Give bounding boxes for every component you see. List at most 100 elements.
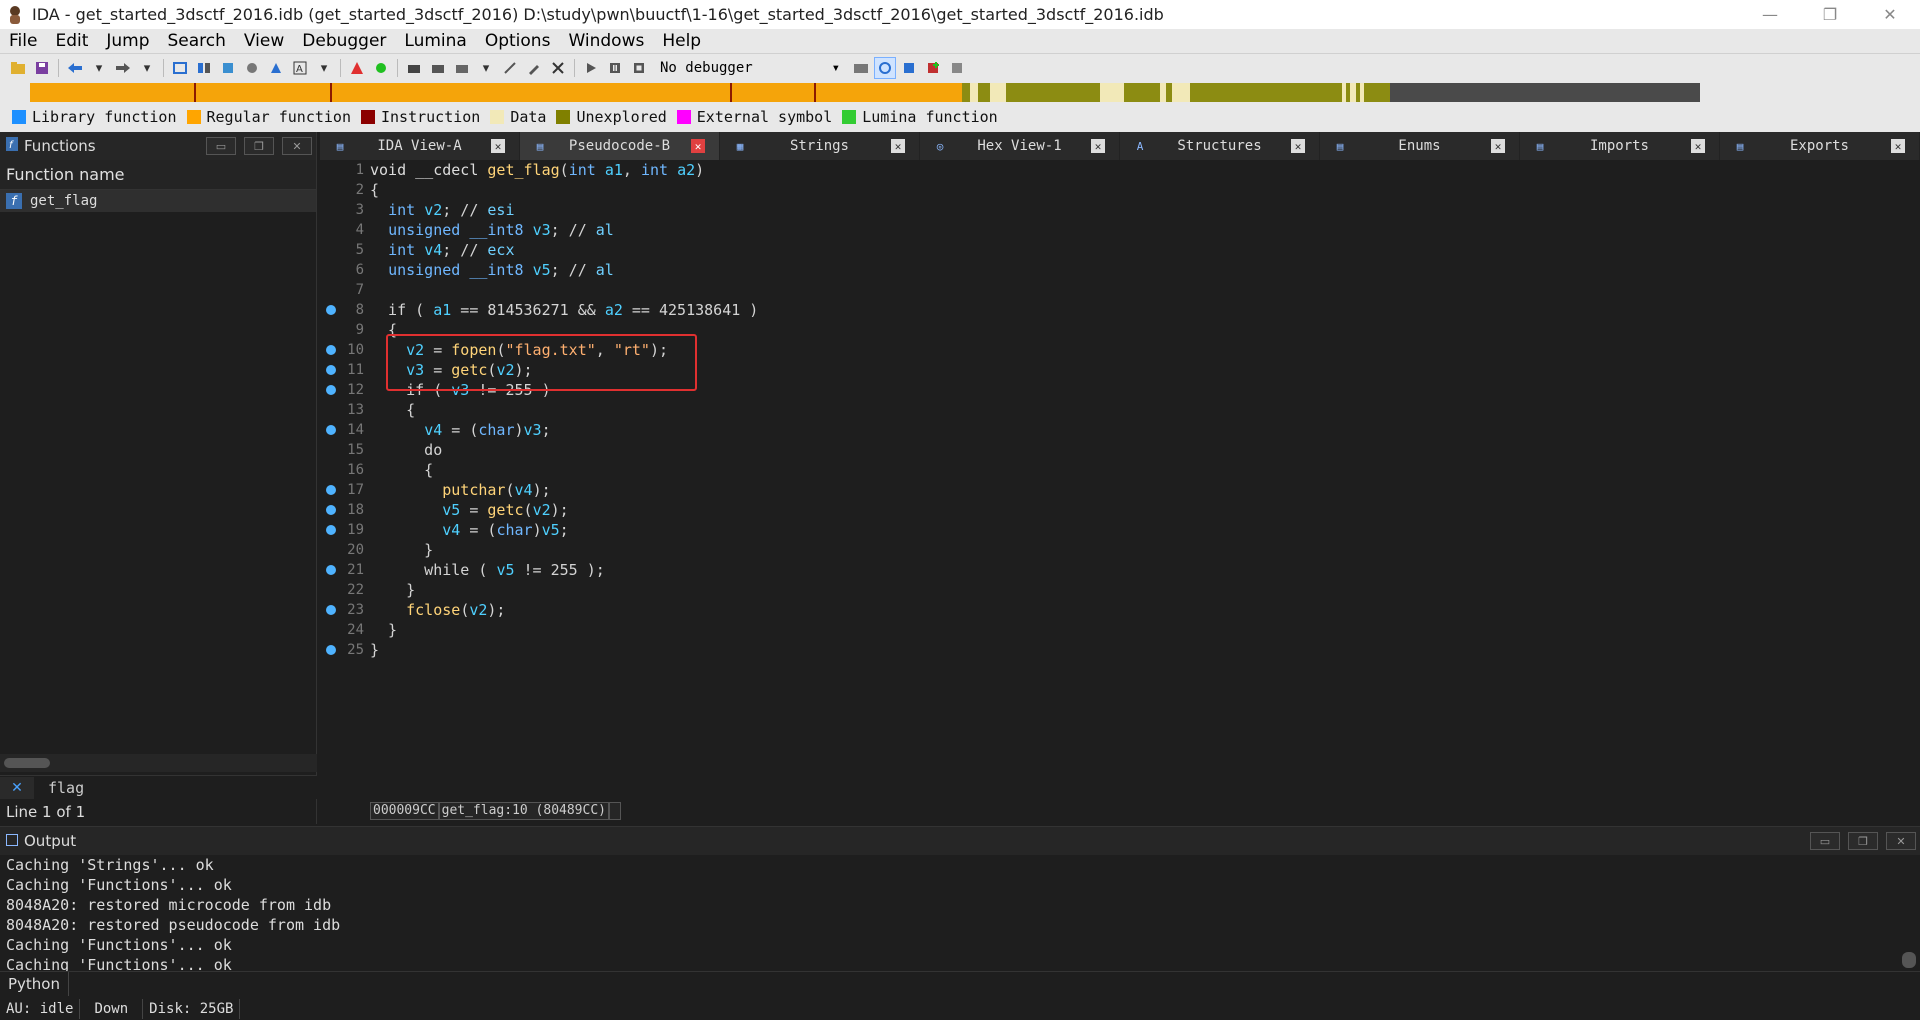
line-number[interactable]: 7	[320, 280, 368, 300]
panel-float-button[interactable]: ❐	[244, 137, 274, 155]
close-icon[interactable]: ✕	[1291, 139, 1305, 153]
tab-strings[interactable]: ▦ Strings ✕	[720, 132, 920, 160]
code-icon[interactable]	[403, 57, 425, 79]
code-line[interactable]: }	[370, 620, 1920, 640]
data-icon[interactable]	[427, 57, 449, 79]
code-line[interactable]: {	[370, 320, 1920, 340]
pseudocode-editor[interactable]: 1 2 3 4 5 6 7 8 9 10 11 12 13 14 15 16 17 18 19 20 21 22 23 24 2…	[320, 160, 1920, 800]
structure-icon[interactable]	[241, 57, 263, 79]
function-filter-input[interactable]: flag	[34, 779, 84, 797]
code-line[interactable]: v4 = (char)v5;	[370, 520, 1920, 540]
function-list-item[interactable]: f get_flag	[0, 190, 316, 212]
line-number[interactable]: 8	[320, 300, 368, 320]
line-number[interactable]: 14	[320, 420, 368, 440]
delete-icon[interactable]	[547, 57, 569, 79]
chevron-down-icon[interactable]: ▾	[136, 57, 158, 79]
code-line[interactable]: while ( v5 != 255 );	[370, 560, 1920, 580]
clear-filter-icon[interactable]: ✕	[0, 776, 34, 799]
code-line[interactable]: if ( v3 != 255 )	[370, 380, 1920, 400]
menu-debugger[interactable]: Debugger	[293, 31, 395, 51]
back-arrow-icon[interactable]	[64, 57, 86, 79]
line-number[interactable]: 12	[320, 380, 368, 400]
output-scrollbar[interactable]	[1902, 952, 1916, 968]
breakpoint-dot-icon[interactable]	[326, 605, 336, 615]
pseudocode-text[interactable]: void __cdecl get_flag(int a1, int a2){ i…	[370, 160, 1920, 800]
scrollbar-thumb[interactable]	[4, 758, 50, 768]
forward-arrow-icon[interactable]	[112, 57, 134, 79]
line-number[interactable]: 11	[320, 360, 368, 380]
python-command-line[interactable]: Python	[0, 971, 1920, 996]
menu-view[interactable]: View	[235, 31, 293, 51]
close-icon[interactable]: ✕	[1091, 139, 1105, 153]
line-number[interactable]: 24	[320, 620, 368, 640]
code-line[interactable]: if ( a1 == 814536271 && a2 == 425138641 …	[370, 300, 1920, 320]
breakpoint-dot-icon[interactable]	[326, 565, 336, 575]
menu-windows[interactable]: Windows	[559, 31, 653, 51]
breakpoint-dot-icon[interactable]	[326, 645, 336, 655]
open-folder-icon[interactable]	[7, 57, 29, 79]
close-icon[interactable]: ✕	[891, 139, 905, 153]
graph-icon[interactable]	[265, 57, 287, 79]
stop-icon[interactable]	[628, 57, 650, 79]
code-line[interactable]: {	[370, 400, 1920, 420]
undefine-icon[interactable]	[451, 57, 473, 79]
save-icon[interactable]	[31, 57, 53, 79]
line-number-gutter[interactable]: 1 2 3 4 5 6 7 8 9 10 11 12 13 14 15 16 17 18 19 20 21 22 23 24 2…	[320, 160, 368, 800]
code-line[interactable]: unsigned __int8 v5; // al	[370, 260, 1920, 280]
horizontal-scrollbar[interactable]	[0, 754, 317, 772]
chevron-down-icon[interactable]: ▾	[88, 57, 110, 79]
code-line[interactable]: int v4; // ecx	[370, 240, 1920, 260]
code-line[interactable]: fclose(v2);	[370, 600, 1920, 620]
panel-close-button[interactable]: ✕	[1886, 832, 1916, 850]
tab-exports[interactable]: ▤ Exports ✕	[1720, 132, 1920, 160]
column-header-function-name[interactable]: Function name	[0, 160, 316, 190]
tab-ida-view-a[interactable]: ▤ IDA View-A ✕	[320, 132, 520, 160]
line-number[interactable]: 4	[320, 220, 368, 240]
text-icon[interactable]: A	[289, 57, 311, 79]
menu-options[interactable]: Options	[476, 31, 560, 51]
tab-pseudocode-b[interactable]: ▤ Pseudocode-B ✕	[520, 132, 720, 160]
line-number[interactable]: 22	[320, 580, 368, 600]
code-line[interactable]: v4 = (char)v3;	[370, 420, 1920, 440]
close-icon[interactable]: ✕	[1491, 139, 1505, 153]
green-dot-icon[interactable]	[370, 57, 392, 79]
breakpoint-dot-icon[interactable]	[326, 485, 336, 495]
line-number[interactable]: 10	[320, 340, 368, 360]
tab-imports[interactable]: ▤ Imports ✕	[1520, 132, 1720, 160]
code-line[interactable]: unsigned __int8 v3; // al	[370, 220, 1920, 240]
line-number[interactable]: 17	[320, 480, 368, 500]
xref-icon[interactable]	[499, 57, 521, 79]
line-number[interactable]: 2	[320, 180, 368, 200]
tools-icon[interactable]	[946, 57, 968, 79]
code-line[interactable]: void __cdecl get_flag(int a1, int a2)	[370, 160, 1920, 180]
line-number[interactable]: 25	[320, 640, 368, 660]
binary-icon[interactable]	[193, 57, 215, 79]
restore-button[interactable]: ❐	[1800, 0, 1860, 29]
code-line[interactable]: int v2; // esi	[370, 200, 1920, 220]
code-line[interactable]: do	[370, 440, 1920, 460]
breakpoint-dot-icon[interactable]	[326, 345, 336, 355]
hex-icon[interactable]	[217, 57, 239, 79]
breakpoint-dot-icon[interactable]	[326, 505, 336, 515]
close-icon[interactable]: ✕	[691, 139, 705, 153]
panel-float-button[interactable]: ❐	[1848, 832, 1878, 850]
code-line[interactable]: putchar(v4);	[370, 480, 1920, 500]
code-line[interactable]: {	[370, 180, 1920, 200]
line-number[interactable]: 18	[320, 500, 368, 520]
breakpoint-list-icon[interactable]	[898, 57, 920, 79]
menu-lumina[interactable]: Lumina	[395, 31, 475, 51]
tab-structures[interactable]: A Structures ✕	[1120, 132, 1320, 160]
warning-icon[interactable]	[346, 57, 368, 79]
tab-hex-view-1[interactable]: ◎ Hex View-1 ✕	[920, 132, 1120, 160]
line-number[interactable]: 9	[320, 320, 368, 340]
navigation-band[interactable]	[0, 82, 1920, 102]
play-icon[interactable]	[580, 57, 602, 79]
close-button[interactable]: ✕	[1860, 0, 1920, 29]
line-number[interactable]: 1	[320, 160, 368, 180]
add-breakpoint-icon[interactable]	[922, 57, 944, 79]
breakpoint-dot-icon[interactable]	[326, 385, 336, 395]
tab-enums[interactable]: ▤ Enums ✕	[1320, 132, 1520, 160]
new-segment-icon[interactable]	[169, 57, 191, 79]
menu-search[interactable]: Search	[159, 31, 235, 51]
panel-maximize-button[interactable]: ▭	[206, 137, 236, 155]
